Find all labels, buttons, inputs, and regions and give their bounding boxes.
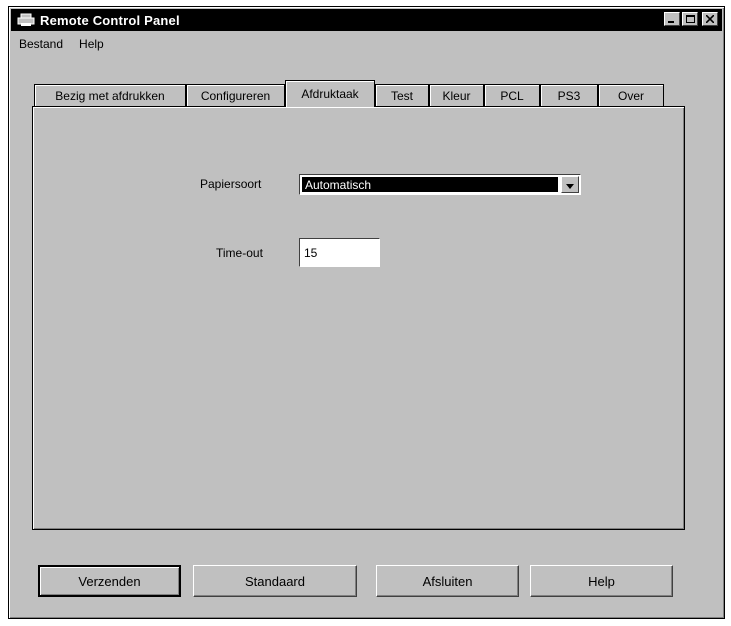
menu-bestand[interactable]: Bestand — [11, 37, 71, 51]
tab-panel-afdruktaak — [32, 106, 685, 530]
title-bar[interactable]: Remote Control Panel — [11, 9, 722, 31]
help-button[interactable]: Help — [530, 565, 673, 597]
tab-over[interactable]: Over — [598, 84, 664, 106]
timeout-label: Time-out — [216, 246, 263, 260]
send-button[interactable]: Verzenden — [38, 565, 181, 597]
window-title: Remote Control Panel — [40, 12, 180, 28]
menu-bar: Bestand Help — [11, 34, 722, 54]
close-button[interactable] — [702, 12, 718, 26]
papersoort-value: Automatisch — [302, 177, 558, 192]
tab-pcl[interactable]: PCL — [484, 84, 540, 106]
close-dialog-button[interactable]: Afsluiten — [376, 565, 519, 597]
menu-help[interactable]: Help — [71, 37, 112, 51]
tab-test[interactable]: Test — [375, 84, 429, 106]
maximize-icon — [685, 12, 695, 26]
papersoort-label: Papiersoort — [200, 177, 262, 191]
tab-afdruktaak[interactable]: Afdruktaak — [285, 80, 375, 107]
minimize-button[interactable] — [664, 12, 680, 26]
printer-icon — [17, 13, 35, 27]
close-icon — [705, 12, 715, 26]
window-controls — [664, 12, 718, 26]
chevron-down-icon — [566, 178, 574, 192]
tab-bezig-met-afdrukken[interactable]: Bezig met afdrukken — [34, 84, 186, 106]
minimize-icon — [668, 12, 676, 26]
tab-ps3[interactable]: PS3 — [540, 84, 598, 106]
dropdown-button[interactable] — [561, 176, 579, 193]
tab-configureren[interactable]: Configureren — [186, 84, 285, 106]
default-button[interactable]: Standaard — [193, 565, 357, 597]
timeout-input[interactable] — [299, 238, 380, 267]
papersoort-select[interactable]: Automatisch — [299, 174, 581, 195]
maximize-button[interactable] — [682, 12, 698, 26]
tab-kleur[interactable]: Kleur — [429, 84, 484, 106]
